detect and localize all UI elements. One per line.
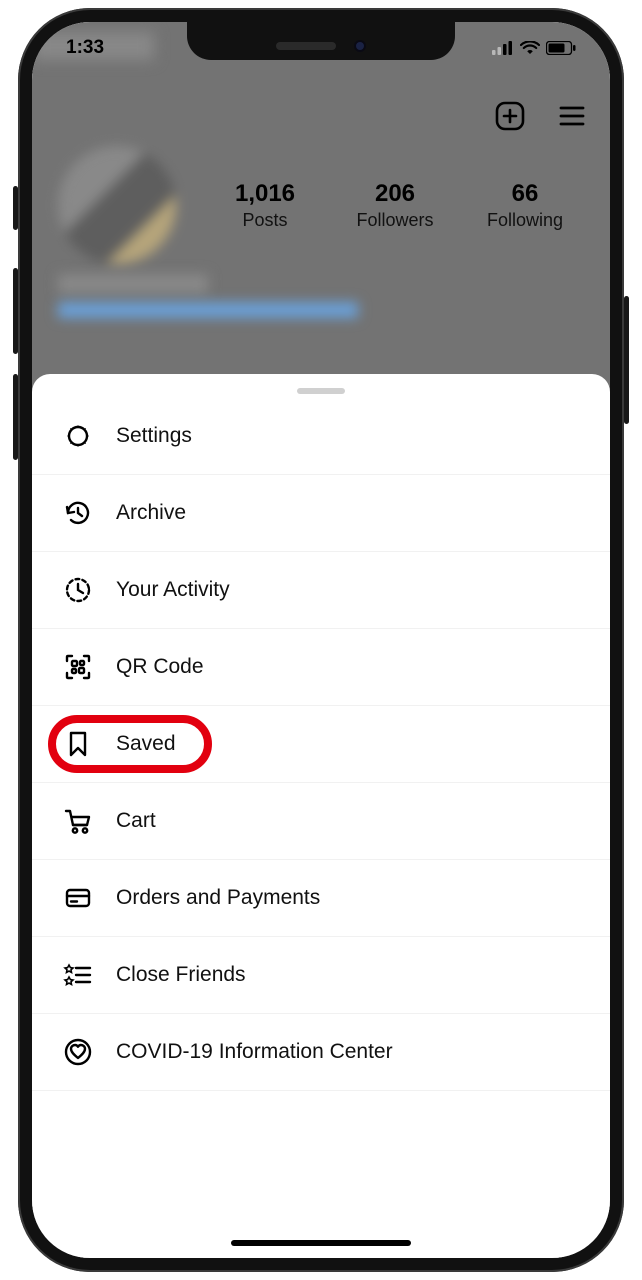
star-list-icon [62,959,94,991]
hamburger-menu-button[interactable] [554,98,590,134]
menu-item-cart[interactable]: Cart [32,783,610,860]
menu-item-label: Your Activity [116,578,230,602]
cart-icon [62,805,94,837]
notch [187,22,455,60]
menu-item-label: Settings [116,424,192,448]
battery-icon [546,41,576,55]
speaker-grille [276,42,336,50]
archive-history-icon [62,497,94,529]
posts-label: Posts [200,210,330,231]
menu-item-label: Saved [116,732,176,756]
menu-list: Settings Archive Your Activity [32,398,610,1091]
front-camera [354,40,366,52]
menu-item-orders-payments[interactable]: Orders and Payments [32,860,610,937]
menu-item-label: Close Friends [116,963,246,987]
status-time: 1:33 [66,37,104,59]
qr-code-icon [62,651,94,683]
following-label: Following [460,210,590,231]
following-count: 66 [460,180,590,208]
menu-item-activity[interactable]: Your Activity [32,552,610,629]
card-icon [62,882,94,914]
sheet-grabber[interactable] [297,388,345,394]
cellular-signal-icon [492,41,514,55]
phone-volume-up [13,268,18,354]
activity-clock-icon [62,574,94,606]
menu-item-label: QR Code [116,655,204,679]
screen: 1:33 [32,22,610,1258]
menu-item-close-friends[interactable]: Close Friends [32,937,610,1014]
bio-name-obscured [58,274,208,294]
menu-item-label: Archive [116,501,186,525]
phone-volume-down [13,374,18,460]
bio-link-obscured [58,302,358,318]
wifi-icon [520,41,540,55]
home-indicator[interactable] [231,1240,411,1246]
settings-gear-icon [62,420,94,452]
bookmark-icon [62,728,94,760]
menu-item-qr-code[interactable]: QR Code [32,629,610,706]
status-indicators [492,41,576,55]
phone-frame: 1:33 [18,8,624,1272]
menu-item-archive[interactable]: Archive [32,475,610,552]
menu-item-label: Cart [116,809,156,833]
profile-header: 1,016 Posts 206 Followers 66 Following [32,88,610,318]
menu-item-label: Orders and Payments [116,886,320,910]
posts-count: 1,016 [200,180,330,208]
stat-followers[interactable]: 206 Followers [330,180,460,231]
menu-item-settings[interactable]: Settings [32,398,610,475]
phone-mute-switch [13,186,18,230]
create-post-button[interactable] [492,98,528,134]
hamburger-icon [556,100,588,132]
stat-following[interactable]: 66 Following [460,180,590,231]
menu-item-covid-info[interactable]: COVID-19 Information Center [32,1014,610,1091]
phone-power-button [624,296,629,424]
avatar-obscured[interactable] [58,146,176,264]
heart-circle-icon [62,1036,94,1068]
menu-item-saved[interactable]: Saved [32,706,610,783]
menu-bottom-sheet: Settings Archive Your Activity [32,374,610,1258]
stat-posts[interactable]: 1,016 Posts [200,180,330,231]
menu-item-label: COVID-19 Information Center [116,1040,393,1064]
followers-label: Followers [330,210,460,231]
plus-square-icon [494,100,526,132]
followers-count: 206 [330,180,460,208]
